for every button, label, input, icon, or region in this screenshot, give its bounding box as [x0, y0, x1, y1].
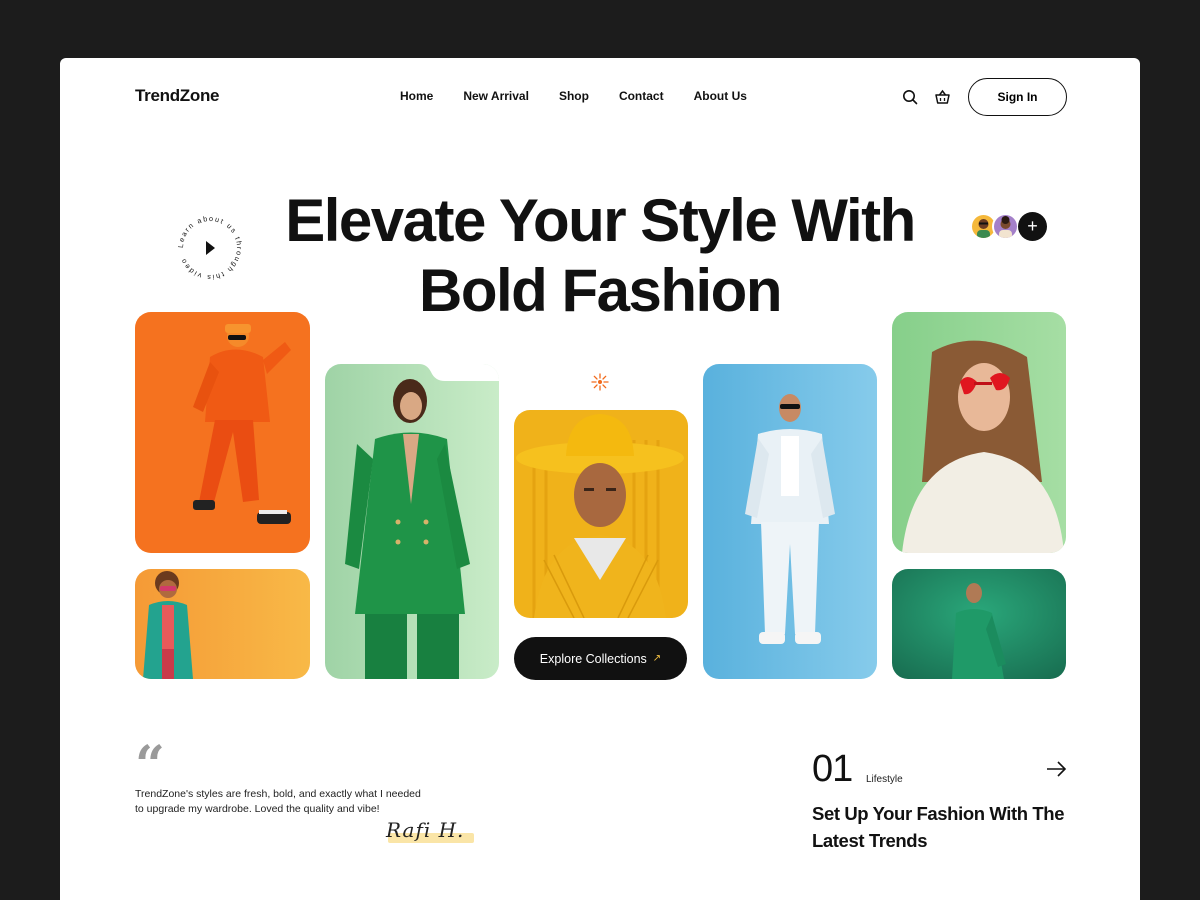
gallery-card-colorful-suit[interactable]	[135, 569, 310, 679]
page-frame: TrendZone Home New Arrival Shop Contact …	[60, 58, 1140, 900]
sign-in-button[interactable]: Sign In	[968, 78, 1067, 116]
avatar	[992, 213, 1019, 240]
add-avatar-button[interactable]: +	[1018, 212, 1047, 241]
explore-collections-button[interactable]: Explore Collections ↗	[514, 637, 687, 680]
quote-icon: “	[135, 735, 165, 796]
gallery-card-green-coat[interactable]	[325, 364, 499, 679]
avatar-group: +	[970, 212, 1050, 241]
search-icon[interactable]	[900, 87, 920, 107]
explore-collections-label: Explore Collections	[539, 651, 647, 666]
nav-item-about-us[interactable]: About Us	[694, 89, 747, 103]
signature: Rafi H.	[386, 818, 465, 842]
gallery-card-green-suit[interactable]	[892, 569, 1066, 679]
gallery-card-white-outfit[interactable]	[703, 364, 877, 679]
gallery-card-heart-glasses[interactable]	[892, 312, 1066, 553]
basket-icon[interactable]	[932, 87, 952, 107]
feature-category: Lifestyle	[866, 774, 903, 785]
nav-item-contact[interactable]: Contact	[619, 89, 664, 103]
gallery-card-orange-outfit[interactable]	[135, 312, 310, 553]
brand-logo[interactable]: TrendZone	[135, 86, 220, 106]
video-play-badge[interactable]: Learn about us through this video	[175, 213, 245, 283]
testimonial-text: TrendZone's styles are fresh, bold, and …	[135, 788, 421, 815]
arrow-up-right-icon: ↗	[652, 653, 662, 664]
feature-title: Set Up Your Fashion With The Latest Tren…	[812, 803, 1065, 851]
nav-item-shop[interactable]: Shop	[559, 89, 589, 103]
nav-item-new-arrival[interactable]: New Arrival	[463, 89, 529, 103]
arrow-right-icon[interactable]	[1045, 758, 1069, 780]
nav-item-home[interactable]: Home	[400, 89, 433, 103]
sparkle-icon	[590, 372, 610, 392]
play-icon	[206, 241, 215, 255]
gallery-card-yellow-hat[interactable]	[514, 410, 688, 618]
main-nav: Home New Arrival Shop Contact About Us	[400, 89, 747, 103]
feature-number: 01	[812, 748, 853, 790]
